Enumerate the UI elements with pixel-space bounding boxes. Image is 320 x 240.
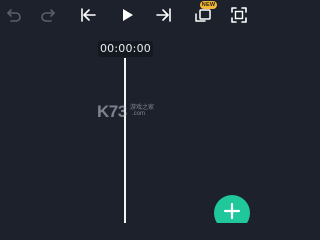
watermark: K73 游戏之家 .com	[97, 101, 167, 123]
skip-to-end-icon	[156, 8, 171, 22]
skip-to-start-icon	[81, 8, 96, 22]
watermark-domain: .com	[132, 111, 146, 117]
watermark-brand: K73	[97, 102, 127, 121]
skip-to-start-button[interactable]	[77, 4, 99, 26]
fullscreen-icon	[231, 7, 247, 23]
playhead-timecode: 00:00:00	[98, 41, 153, 57]
undo-button[interactable]	[2, 4, 24, 26]
skip-to-end-button[interactable]	[153, 4, 175, 26]
redo-icon	[41, 9, 55, 22]
editor-screen: NEW 00:00:00 K73 游戏之家 .com	[0, 0, 256, 223]
playhead-line[interactable]	[124, 58, 126, 223]
undo-icon	[7, 9, 21, 22]
fullscreen-button[interactable]	[228, 4, 250, 26]
top-toolbar: NEW	[0, 0, 256, 30]
play-button[interactable]	[116, 4, 138, 26]
play-icon	[123, 9, 133, 21]
plus-icon	[223, 202, 241, 220]
new-badge: NEW	[200, 1, 217, 9]
watermark-site-name: 游戏之家	[130, 104, 155, 111]
redo-button[interactable]	[38, 4, 60, 26]
add-media-button[interactable]	[214, 195, 250, 223]
